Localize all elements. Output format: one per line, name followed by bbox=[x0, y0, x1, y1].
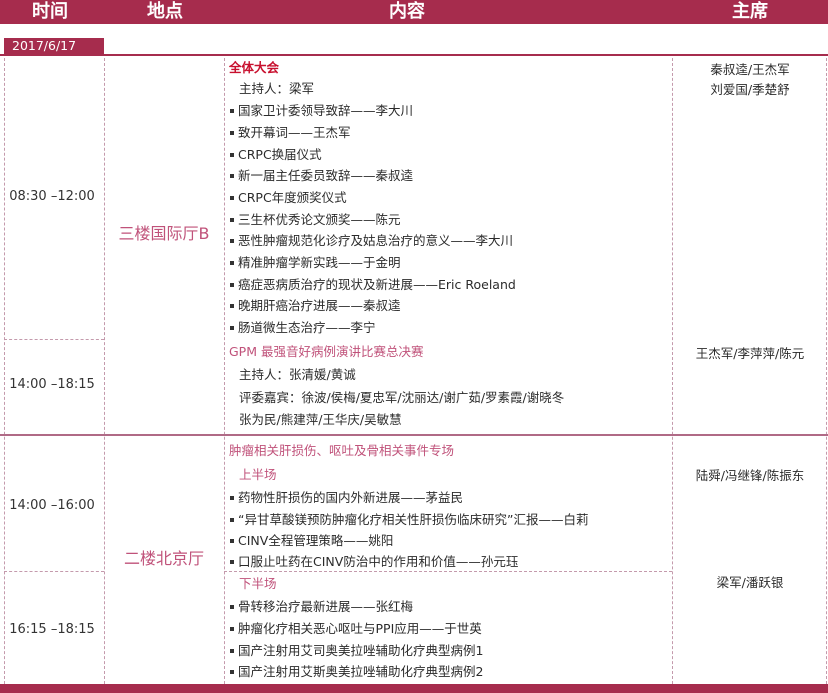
footer-bar bbox=[0, 684, 828, 693]
agenda-item: CRPC换届仪式 bbox=[226, 145, 672, 164]
agenda-item: 口服止吐药在CINV防治中的作用和价值——孙元珏 bbox=[226, 552, 672, 571]
chair-names: 梁军/潘跃银 bbox=[716, 575, 784, 590]
date-bar: 2017/6/17 bbox=[0, 38, 828, 56]
half-label: 上半场 bbox=[239, 467, 277, 482]
grid-line bbox=[4, 58, 5, 684]
agenda-item: 恶性肿瘤规范化诊疗及姑息治疗的意义——李大川 bbox=[226, 231, 672, 250]
grid-line bbox=[4, 339, 104, 340]
agenda-item: 国产注射用艾司奥美拉唑辅助化疗典型病例1 bbox=[226, 641, 672, 660]
judges-line: 评委嘉宾：徐波/侯梅/夏忠军/沈丽达/谢广茹/罗素霞/谢晓冬 bbox=[239, 390, 565, 405]
chair-names: 刘爱国/季楚舒 bbox=[710, 82, 790, 97]
time-slot: 14:00 –18:15 bbox=[9, 377, 95, 392]
grid-line bbox=[224, 58, 225, 684]
time-slot: 08:30 –12:00 bbox=[9, 189, 95, 204]
venue-label: 二楼北京厅 bbox=[123, 549, 204, 568]
header-place: 地点 bbox=[147, 1, 183, 22]
agenda-item: CRPC年度颁奖仪式 bbox=[226, 188, 672, 207]
grid-line bbox=[4, 571, 104, 572]
agenda-item: 肠道微生态治疗——李宁 bbox=[226, 318, 672, 337]
grid-line bbox=[224, 571, 672, 572]
agenda-item: 国产注射用艾斯奥美拉唑辅助化疗典型病例2 bbox=[226, 662, 672, 681]
half-label: 下半场 bbox=[239, 576, 277, 591]
agenda-item: 新一届主任委员致辞——秦叔逵 bbox=[226, 166, 672, 185]
host-line: 主持人：张清媛/黄诚 bbox=[239, 367, 356, 382]
agenda-item: 肿瘤化疗相关恶心呕吐与PPI应用——于世英 bbox=[226, 619, 672, 638]
grid-line bbox=[104, 58, 105, 684]
chair-names: 王杰军/李萍萍/陈元 bbox=[695, 346, 805, 361]
chair-names: 秦叔逵/王杰军 bbox=[710, 62, 790, 77]
agenda-item: 精准肿瘤学新实践——于金明 bbox=[226, 253, 672, 272]
agenda-item: 骨转移治疗最新进展——张红梅 bbox=[226, 597, 672, 616]
judges-line: 张为民/熊建萍/王华庆/吴敏慧 bbox=[239, 412, 402, 427]
section-divider bbox=[0, 434, 828, 436]
session-title: 全体大会 bbox=[229, 60, 280, 75]
header-chair: 主席 bbox=[732, 1, 768, 22]
agenda-item: “异甘草酸镁预防肿瘤化疗相关性肝损伤临床研究”汇报——白莉 bbox=[226, 510, 672, 529]
header-time: 时间 bbox=[32, 1, 68, 22]
table-header: 时间 地点 内容 主席 bbox=[0, 0, 828, 24]
time-slot: 14:00 –16:00 bbox=[9, 498, 95, 513]
header-content: 内容 bbox=[389, 1, 425, 22]
agenda-item: 致开幕词——王杰军 bbox=[226, 123, 672, 142]
agenda-item: 晚期肝癌治疗进展——秦叔逵 bbox=[226, 296, 672, 315]
chair-names: 陆舜/冯继锋/陈振东 bbox=[695, 468, 805, 483]
venue-label: 三楼国际厅B bbox=[118, 224, 210, 243]
session-title: GPM 最强音好病例演讲比赛总决赛 bbox=[229, 344, 424, 359]
agenda-item: 三生杯优秀论文颁奖——陈元 bbox=[226, 210, 672, 229]
session-title: 肿瘤相关肝损伤、呕吐及骨相关事件专场 bbox=[229, 443, 455, 458]
agenda-item: 药物性肝损伤的国内外新进展——茅益民 bbox=[226, 488, 672, 507]
host-line: 主持人：梁军 bbox=[239, 81, 315, 96]
date-label: 2017/6/17 bbox=[4, 38, 104, 54]
agenda-item: CINV全程管理策略——姚阳 bbox=[226, 531, 672, 550]
time-slot: 16:15 –18:15 bbox=[9, 622, 95, 637]
agenda-item: 癌症恶病质治疗的现状及新进展——Eric Roeland bbox=[226, 275, 672, 294]
agenda-item: 国家卫计委领导致辞——李大川 bbox=[226, 101, 672, 120]
